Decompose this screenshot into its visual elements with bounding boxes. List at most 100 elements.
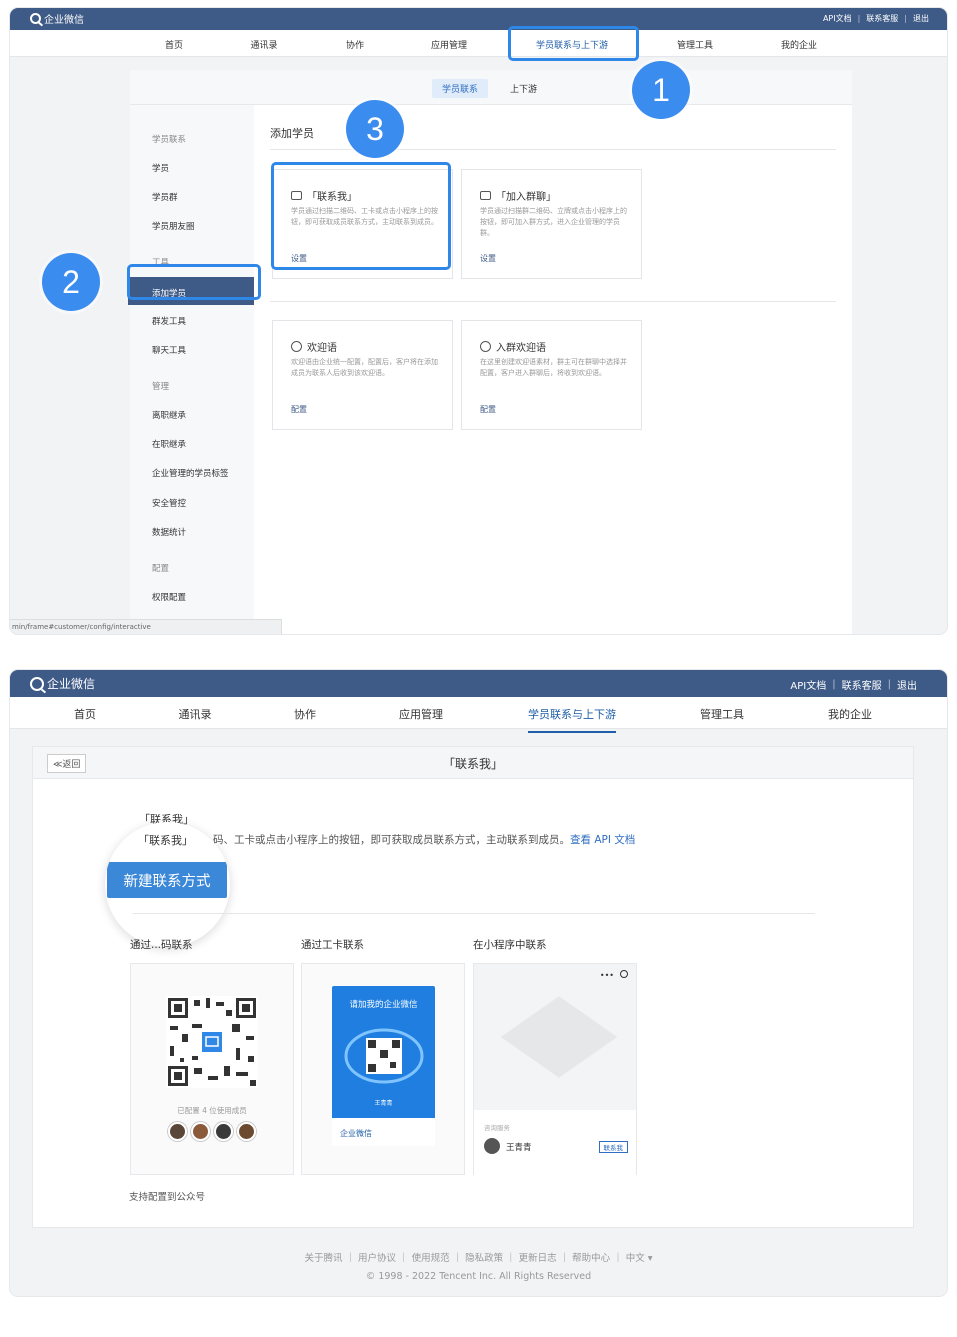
support-link[interactable]: 联系客服: [842, 677, 882, 692]
support-note: 支持配置到公众号: [129, 1192, 206, 1203]
tab-student-contact[interactable]: 学员联系: [432, 79, 489, 98]
logout-link[interactable]: 退出: [913, 13, 929, 24]
sidebar-group-student-contact: 学员联系: [152, 135, 187, 145]
api-doc-link[interactable]: API文档: [790, 677, 826, 692]
highlight-sidebar: [127, 264, 261, 300]
sidebar-item-students[interactable]: 学员: [152, 162, 169, 174]
mp-name: 王青青: [506, 1143, 532, 1153]
badge-title: 请加我的企业微信: [349, 1000, 418, 1010]
main-nav: 首页 通讯录 协作 应用管理 学员联系与上下游 管理工具 我的企业: [10, 30, 947, 60]
app-name: 企业微信: [47, 677, 96, 691]
nav-apps[interactable]: 应用管理: [399, 706, 443, 722]
chat-bubble-icon: [344, 1028, 424, 1084]
nav-student-contact[interactable]: 学员联系与上下游: [528, 706, 616, 733]
qr-card[interactable]: 已配置 4 位使用成员: [130, 963, 294, 1175]
sidebar-item-onjob-inherit[interactable]: 在职继承: [152, 438, 186, 450]
avatar: [237, 1122, 256, 1141]
card-title: 入群欢迎语: [496, 343, 546, 354]
api-doc-link[interactable]: 查看 API 文档: [570, 834, 635, 846]
intro-desc: 码、工卡或点击小程序上的按钮，即可获取成员联系方式，主动联系到成员。查看 API…: [213, 834, 636, 846]
hi-icon: [480, 341, 491, 352]
top-bar: 企业微信 API文档 | 联系客服 | 退出: [10, 670, 947, 697]
zoom-title: 「联系我」: [138, 834, 193, 847]
top-links: API文档 | 联系客服 | 退出: [790, 677, 917, 692]
nav-tools[interactable]: 管理工具: [700, 706, 744, 722]
sidebar-group-config: 配置: [152, 564, 170, 574]
close-circle-icon: [620, 970, 628, 978]
nav-collab[interactable]: 协作: [294, 706, 316, 722]
footer-links[interactable]: 关于腾讯 ｜ 用户协议 ｜ 使用规范 ｜ 隐私政策 ｜ 更新日志 ｜ 帮助中心 …: [10, 1250, 947, 1268]
nav-apps[interactable]: 应用管理: [431, 38, 467, 51]
step-3-badge: 3: [346, 100, 404, 158]
sidebar-item-chat-tools[interactable]: 聊天工具: [152, 344, 186, 356]
employee-badge: 请加我的企业微信 王青青 企业微信: [332, 986, 435, 1146]
app-name: 企业微信: [44, 15, 84, 26]
badge-card[interactable]: 请加我的企业微信 王青青 企业微信: [301, 963, 465, 1175]
divider: [270, 301, 836, 302]
card-group-welcome[interactable]: 入群欢迎语 在这里创建欢迎语素材，群主可在群聊中选择并配置，客户进入群聊后，将收…: [461, 320, 642, 430]
avatar: [191, 1122, 210, 1141]
member-avatars: [168, 1122, 256, 1141]
hi-icon: [291, 341, 302, 352]
zoom-callout: 「联系我」 新建联系方式: [105, 822, 230, 947]
avatar: [214, 1122, 233, 1141]
api-doc-link[interactable]: API文档: [823, 13, 852, 24]
col-title-miniprogram: 在小程序中联系: [473, 939, 547, 951]
qr-code-icon: [166, 996, 258, 1088]
card-config-link[interactable]: 配置: [291, 404, 307, 415]
nav-collab[interactable]: 协作: [346, 38, 364, 51]
sidebar-item-stats[interactable]: 数据统计: [152, 526, 186, 538]
divider: [133, 913, 815, 914]
app-logo[interactable]: 企业微信: [30, 675, 95, 692]
card-join-group[interactable]: 「加入群聊」 学员通过扫描群二维码、立牌或点击小程序上的按钮，即可加入群方式，进…: [461, 169, 642, 279]
top-bar: 企业微信 API文档 | 联系客服 | 退出: [10, 8, 947, 30]
sidebar-item-resign-inherit[interactable]: 离职继承: [152, 409, 186, 421]
sidebar-item-student-groups[interactable]: 学员群: [152, 191, 178, 203]
card-welcome-msg[interactable]: 欢迎语 欢迎语由企业统一配置，配置后，客户将在添加成员为联系人后收到该欢迎语。 …: [272, 320, 453, 430]
card-desc: 在这里创建欢迎语素材，群主可在群聊中选择并配置，客户进入群聊后，将收到欢迎语。: [480, 358, 627, 377]
logout-link[interactable]: 退出: [897, 677, 917, 692]
copyright: © 1998 - 2022 Tencent Inc. All Rights Re…: [365, 1271, 592, 1282]
nav-contacts[interactable]: 通讯录: [179, 706, 212, 722]
avatar: [484, 1138, 500, 1154]
nav-home[interactable]: 首页: [74, 706, 96, 722]
sidebar-item-security[interactable]: 安全管控: [152, 497, 186, 509]
mp-label: 咨询服务: [484, 1124, 510, 1132]
mp-contact-button[interactable]: 联系我: [598, 1141, 628, 1153]
badge-name: 王青青: [374, 1100, 393, 1107]
nav-contacts[interactable]: 通讯录: [250, 38, 277, 51]
nav-home[interactable]: 首页: [165, 38, 183, 51]
step-2-badge: 2: [42, 253, 100, 311]
screenshot-add-student: 企业微信 API文档 | 联系客服 | 退出 首页 通讯录 协作 应用管理 学员联系…: [10, 8, 947, 634]
footer: 关于腾讯 ｜ 用户协议 ｜ 使用规范 ｜ 隐私政策 ｜ 更新日志 ｜ 帮助中心 …: [10, 1250, 947, 1286]
step-1-badge: 1: [632, 61, 690, 119]
tab-upstream[interactable]: 上下游: [500, 79, 547, 98]
nav-my-company[interactable]: 我的企业: [828, 706, 872, 722]
top-links: API文档 | 联系客服 | 退出: [822, 13, 929, 24]
page-title: 添加学员: [270, 127, 314, 140]
card-config-link[interactable]: 配置: [480, 404, 496, 415]
main-nav: 首页 通讯录 协作 应用管理 学员联系与上下游 管理工具 我的企业: [10, 697, 947, 733]
sidebar-item-tags[interactable]: 企业管理的学员标签: [152, 467, 229, 479]
wecom-logo-icon: [30, 13, 41, 24]
panel-header: ≪返回 「联系我」: [33, 747, 913, 779]
card-title: 「加入群聊」: [496, 192, 556, 203]
nav-tools[interactable]: 管理工具: [677, 38, 713, 51]
page-title: 「联系我」: [442, 757, 503, 771]
card-title: 欢迎语: [307, 343, 337, 354]
new-contact-button[interactable]: 新建联系方式: [107, 862, 227, 898]
sidebar-item-moments[interactable]: 学员朋友圈: [152, 220, 195, 232]
qr-icon: [480, 191, 491, 200]
nav-my-company[interactable]: 我的企业: [781, 38, 817, 51]
support-link[interactable]: 联系客服: [866, 13, 898, 24]
miniprogram-card[interactable]: ••• 咨询服务 王青青 联系我: [473, 963, 637, 1176]
wecom-logo-icon: [30, 676, 44, 691]
col-title-qr: 通过...码联系: [130, 939, 193, 951]
sidebar-item-permissions[interactable]: 权限配置: [152, 591, 186, 603]
placeholder-cube: [500, 996, 618, 1078]
card-setting-link[interactable]: 设置: [480, 253, 496, 264]
qr-caption: 已配置 4 位使用成员: [177, 1106, 247, 1115]
status-url: min/frame#customer/config/interactive: [10, 619, 282, 634]
sidebar-item-broadcast[interactable]: 群发工具: [152, 315, 186, 327]
app-logo[interactable]: 企业微信: [30, 11, 84, 26]
